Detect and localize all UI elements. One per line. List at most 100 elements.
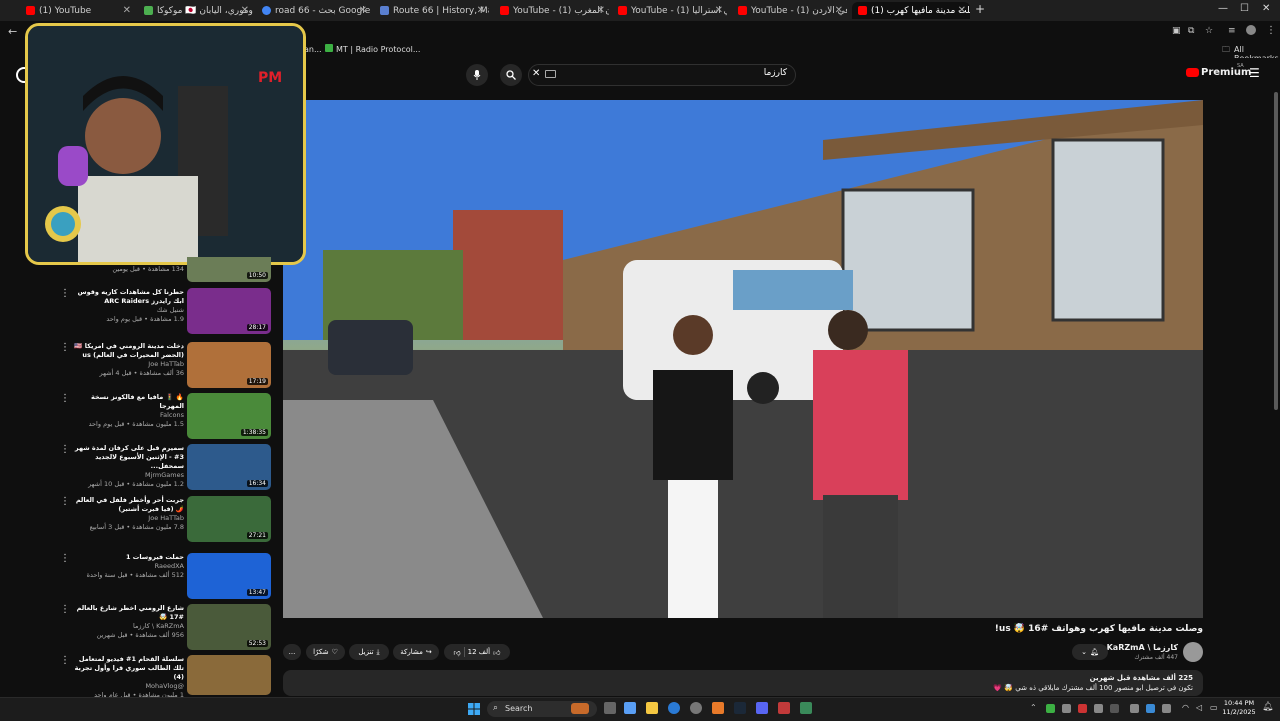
tab-route66[interactable]: Route 66 | History, Map, Popula... ✕ <box>374 2 489 19</box>
hamburger-menu-icon[interactable]: ☰ <box>1249 66 1260 80</box>
tray-icon[interactable] <box>1062 704 1071 713</box>
video-thumbnail[interactable]: 28:17 <box>187 288 271 334</box>
tab-youtube-australia[interactable]: YouTube - (1) كرفان في استراليا ✕ <box>612 2 727 19</box>
list-item[interactable]: 134 مشاهدة • قبل يومين 10:50 <box>60 257 272 282</box>
share-button[interactable]: مشاركة ↪ <box>393 644 439 660</box>
maximize-button[interactable]: ☐ <box>1240 3 1249 14</box>
video-description[interactable]: 225 ألف مشاهدة قبل شهرين تكون في ترصيل ا… <box>283 670 1203 696</box>
tray-chevron-icon[interactable]: ⌃ <box>1030 703 1037 712</box>
video-thumbnail[interactable]: 13:47 <box>187 553 271 599</box>
tray-icon[interactable] <box>1130 704 1139 713</box>
task-view-icon[interactable] <box>604 702 616 714</box>
dislike-icon[interactable]: 👎︎ <box>454 648 461 657</box>
video-player[interactable] <box>283 100 1203 618</box>
keyboard-icon[interactable] <box>545 70 556 78</box>
file-explorer-icon[interactable] <box>646 702 658 714</box>
tray-icon[interactable] <box>1146 704 1155 713</box>
extension-icon[interactable]: ▣ <box>1172 26 1181 36</box>
more-actions-button[interactable]: ... <box>283 644 301 660</box>
translate-icon[interactable]: ⧉ <box>1188 26 1194 36</box>
close-icon[interactable]: ✕ <box>715 5 723 16</box>
chrome-icon[interactable] <box>668 702 680 714</box>
list-item[interactable]: ⋮ شارع الرومني اخطر شارع بالعالم #17 🤯 K… <box>60 604 272 652</box>
steam-icon[interactable] <box>734 702 746 714</box>
volume-icon[interactable]: ◁ <box>1196 703 1202 712</box>
video-thumbnail[interactable] <box>187 655 271 695</box>
taskbar-search-box[interactable]: ⌕ Search <box>487 701 597 717</box>
tab-youtube-jordan[interactable]: YouTube - (1) كرفان في الاردن ✕ <box>732 2 847 19</box>
video-thumbnail[interactable]: 10:50 <box>187 257 271 282</box>
profile-avatar[interactable] <box>1246 25 1256 35</box>
tray-icon[interactable] <box>1162 704 1171 713</box>
video-thumbnail[interactable]: 52:53 <box>187 604 271 650</box>
menu-dots-icon[interactable]: ⋮ <box>1266 25 1276 36</box>
more-options-icon[interactable]: ⋮ <box>60 605 72 615</box>
tab-google-search[interactable]: road 66 - بحث Google ✕ <box>256 2 371 19</box>
list-item[interactable]: ⋮ 🔥 🚦 مافيا مع فالكونز نسخة المهرجا Falc… <box>60 393 272 441</box>
close-icon[interactable]: ✕ <box>835 5 843 16</box>
close-icon[interactable]: ✕ <box>958 5 966 16</box>
video-thumbnail[interactable]: 27:21 <box>187 496 271 542</box>
download-button[interactable]: تنزيل ⤓ <box>349 644 389 660</box>
search-button[interactable] <box>500 64 522 86</box>
video-thumbnail[interactable]: 1:38:35 <box>187 393 271 439</box>
list-item[interactable]: ⋮ حملت فيروسات 1 RaeedXA 512 ألف مشاهدة … <box>60 553 272 601</box>
close-icon[interactable]: ✕ <box>597 5 605 16</box>
copilot-icon[interactable] <box>624 702 636 714</box>
tab-current-video[interactable]: (1) وصلت مدينة مافيها كهرب... ✕ <box>852 2 970 19</box>
bookmark-item[interactable]: an... <box>304 45 322 54</box>
subscribed-button[interactable]: ⌄ 🔔︎ <box>1072 644 1108 660</box>
wifi-icon[interactable]: ◠ <box>1182 703 1189 712</box>
puzzle-icon[interactable]: ≡ <box>1228 26 1236 36</box>
battery-icon[interactable]: ▭ <box>1210 703 1218 712</box>
app-icon-2[interactable] <box>800 702 812 714</box>
tab-mokuka[interactable]: موكوكا 🇯🇵 إلى أوموري، اليابان ✕ <box>138 2 253 19</box>
tab-youtube[interactable]: (1) YouTube ✕ <box>20 2 135 19</box>
bookmark-item[interactable]: MT | Radio Protocol... <box>336 45 420 54</box>
video-thumbnail[interactable]: 17:19 <box>187 342 271 388</box>
vlc-icon[interactable] <box>712 702 724 714</box>
windows-start-icon[interactable] <box>468 703 480 715</box>
more-options-icon[interactable]: ⋮ <box>60 445 72 455</box>
obs-icon[interactable] <box>690 702 702 714</box>
like-dislike-button[interactable]: 👎︎ 12 ألف 👍︎ <box>444 644 510 660</box>
more-options-icon[interactable]: ⋮ <box>60 289 72 299</box>
close-window-button[interactable]: ✕ <box>1262 3 1270 14</box>
tray-icon[interactable] <box>1094 704 1103 713</box>
close-icon[interactable]: ✕ <box>123 5 131 16</box>
more-options-icon[interactable]: ⋮ <box>60 394 72 404</box>
clear-search-icon[interactable]: ✕ <box>532 68 540 79</box>
voice-search-button[interactable] <box>466 64 488 86</box>
discord-icon[interactable] <box>756 702 768 714</box>
more-options-icon[interactable]: ⋮ <box>60 656 72 666</box>
list-item[interactable]: ⋮ سميرم قبل على كرفان لمدة شهر 3# - الإث… <box>60 444 272 492</box>
channel-avatar[interactable] <box>1183 642 1203 662</box>
notification-bell-icon[interactable]: 🔔︎ <box>1262 702 1273 712</box>
tray-icon[interactable] <box>1110 704 1119 713</box>
more-options-icon[interactable]: ⋮ <box>60 497 72 507</box>
thanks-button[interactable]: شكرًا ♡ <box>306 644 345 660</box>
list-item[interactable]: ⋮ سلسلة القحام 1# فيديو لمتعامل تلك الطا… <box>60 655 272 699</box>
search-input[interactable]: ✕ كارزما <box>528 64 796 86</box>
like-icon[interactable]: 👍︎ <box>493 648 500 657</box>
more-options-icon[interactable]: ⋮ <box>60 554 72 564</box>
page-scrollbar[interactable] <box>1274 92 1278 410</box>
minimize-button[interactable]: — <box>1218 3 1228 14</box>
clock-time[interactable]: 10:44 PM <box>1222 699 1256 707</box>
list-item[interactable]: ⋮ حطرنا كل مشاهدات كاريه وقوس ابك رايدرز… <box>60 288 272 336</box>
more-options-icon[interactable]: ⋮ <box>60 343 72 353</box>
video-thumbnail[interactable]: 16:34 <box>187 444 271 490</box>
new-tab-button[interactable]: + <box>975 2 985 16</box>
list-item[interactable]: ⋮ دخلت مدينة الرومني في امريكا 🇺🇸 (الحضر… <box>60 342 272 390</box>
tray-icon[interactable] <box>1046 704 1055 713</box>
back-arrow-icon[interactable]: ← <box>8 25 17 38</box>
close-icon[interactable]: ✕ <box>241 5 249 16</box>
close-icon[interactable]: ✕ <box>477 5 485 16</box>
list-item[interactable]: ⋮ جربت أحر وأخطر فلفل في العالم 🌶️ (فيا … <box>60 496 272 544</box>
tray-icon[interactable] <box>1078 704 1087 713</box>
star-icon[interactable]: ☆ <box>1205 26 1213 36</box>
tab-youtube-morocco[interactable]: YouTube - (1) كرفان المغرب ✕ <box>494 2 609 19</box>
close-icon[interactable]: ✕ <box>359 5 367 16</box>
clock-date[interactable]: 11/2/2025 <box>1222 708 1256 716</box>
app-icon[interactable] <box>778 702 790 714</box>
